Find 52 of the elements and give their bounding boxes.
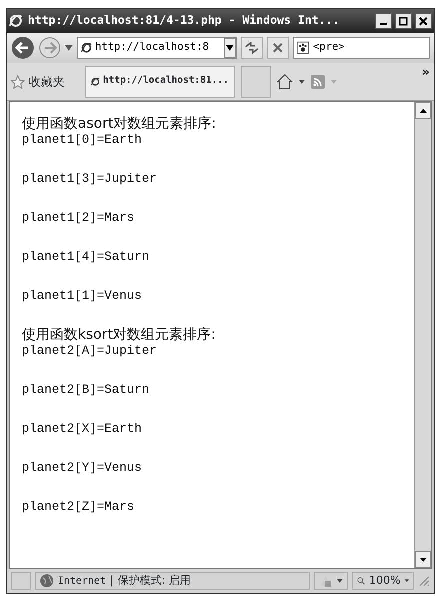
close-button[interactable]: [415, 13, 432, 29]
scrollbar[interactable]: [414, 102, 431, 568]
search-field[interactable]: <pre>: [313, 40, 426, 56]
maximize-button[interactable]: [395, 13, 412, 29]
section-heading: 使用函数ksort对数组元素排序:: [22, 327, 217, 343]
home-icon[interactable]: [277, 74, 293, 90]
address-field[interactable]: http://localhost:8: [95, 40, 220, 56]
output-line: planet1[0]=Earth: [22, 132, 144, 148]
address-bar[interactable]: http://localhost:8: [77, 37, 237, 59]
minimize-button[interactable]: [375, 13, 392, 29]
output-line: planet1[4]=Saturn: [22, 249, 151, 265]
output-line: planet2[B]=Saturn: [22, 382, 151, 398]
minimize-icon: [380, 23, 387, 25]
chevron-button[interactable]: »: [422, 63, 430, 81]
maximize-icon: [399, 16, 408, 26]
zoom-button[interactable]: 100%: [352, 572, 414, 590]
scroll-up-icon[interactable]: [420, 108, 426, 112]
resize-grip-icon[interactable]: [418, 575, 430, 587]
zoom-icon: [357, 575, 366, 587]
page-icon: [81, 41, 92, 55]
search-box[interactable]: <pre>: [293, 37, 430, 59]
refresh-icon: [245, 42, 259, 54]
output-line: planet1[2]=Mars: [22, 210, 136, 226]
dropdown-icon[interactable]: [226, 45, 234, 51]
output-line: planet1[1]=Venus: [22, 288, 144, 304]
scroll-down-icon[interactable]: [420, 558, 426, 562]
protected-mode-label: 保护模式: 启用: [118, 572, 192, 589]
browser-logo-icon: [9, 14, 25, 28]
output-line: planet1[3]=Jupiter: [22, 171, 158, 187]
zone-label: Internet: [58, 574, 106, 588]
close-icon: [419, 16, 428, 26]
output-line: planet2[A]=Jupiter: [22, 343, 158, 359]
dropdown-icon: [337, 579, 343, 583]
status-pane: [11, 572, 31, 590]
stop-button[interactable]: [267, 37, 289, 59]
dropdown-icon[interactable]: [299, 80, 305, 84]
output-line: planet2[Z]=Mars: [22, 499, 136, 515]
refresh-button[interactable]: [241, 37, 263, 59]
dropdown-icon: [404, 579, 409, 583]
browser-tab[interactable]: http://localhost:81...: [85, 66, 235, 98]
globe-icon: [40, 574, 54, 588]
paw-icon: [297, 41, 310, 55]
status-separator: |: [110, 572, 114, 589]
star-icon: [11, 74, 25, 88]
feed-icon[interactable]: [311, 74, 325, 88]
output-line: planet2[Y]=Venus: [22, 460, 144, 476]
section-heading: 使用函数asort对数组元素排序:: [22, 116, 218, 132]
favorites-button[interactable]: 收藏夹: [11, 72, 65, 90]
output-line: planet2[X]=Earth: [22, 421, 144, 437]
window-title: http://localhost:81/4-13.php - Windows Int...: [28, 12, 341, 30]
close-icon: [272, 42, 284, 54]
back-icon[interactable]: [11, 36, 35, 60]
